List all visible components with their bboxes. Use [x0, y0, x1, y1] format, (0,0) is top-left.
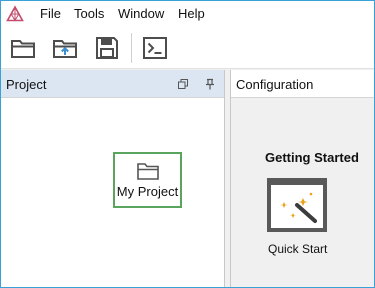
app-logo-icon [6, 5, 24, 22]
pin-icon[interactable] [204, 78, 216, 90]
project-node[interactable]: My Project [113, 152, 182, 208]
project-node-label: My Project [116, 184, 179, 199]
project-panel-title: Project [6, 77, 47, 92]
configuration-panel-header: Configuration [231, 70, 374, 98]
menu-window[interactable]: Window [118, 6, 164, 22]
configuration-panel-title: Configuration [236, 77, 314, 92]
restore-icon[interactable] [177, 78, 189, 90]
upload-folder-icon[interactable] [52, 35, 78, 61]
menu-bar: File Tools Window Help [1, 1, 374, 27]
project-panel: Project My Project [1, 70, 225, 287]
toolbar [1, 27, 374, 69]
folder-icon [137, 163, 159, 180]
menu-help[interactable]: Help [178, 6, 205, 22]
menu-file[interactable]: File [40, 6, 61, 22]
magic-wand-icon[interactable] [266, 177, 328, 233]
toolbar-separator [131, 33, 132, 63]
project-panel-header: Project [1, 70, 224, 98]
save-icon[interactable] [94, 35, 120, 61]
getting-started-heading: Getting Started [265, 150, 359, 165]
workspace: Project My Project Configuration Getting… [1, 70, 374, 287]
app-window: File Tools Window Help Project My Projec… [0, 0, 375, 288]
open-folder-icon[interactable] [10, 35, 36, 61]
menu-tools[interactable]: Tools [74, 6, 104, 22]
terminal-icon[interactable] [142, 35, 168, 61]
quick-start-label: Quick Start [268, 242, 328, 256]
configuration-panel: Configuration Getting Started Quick Star… [230, 70, 374, 287]
